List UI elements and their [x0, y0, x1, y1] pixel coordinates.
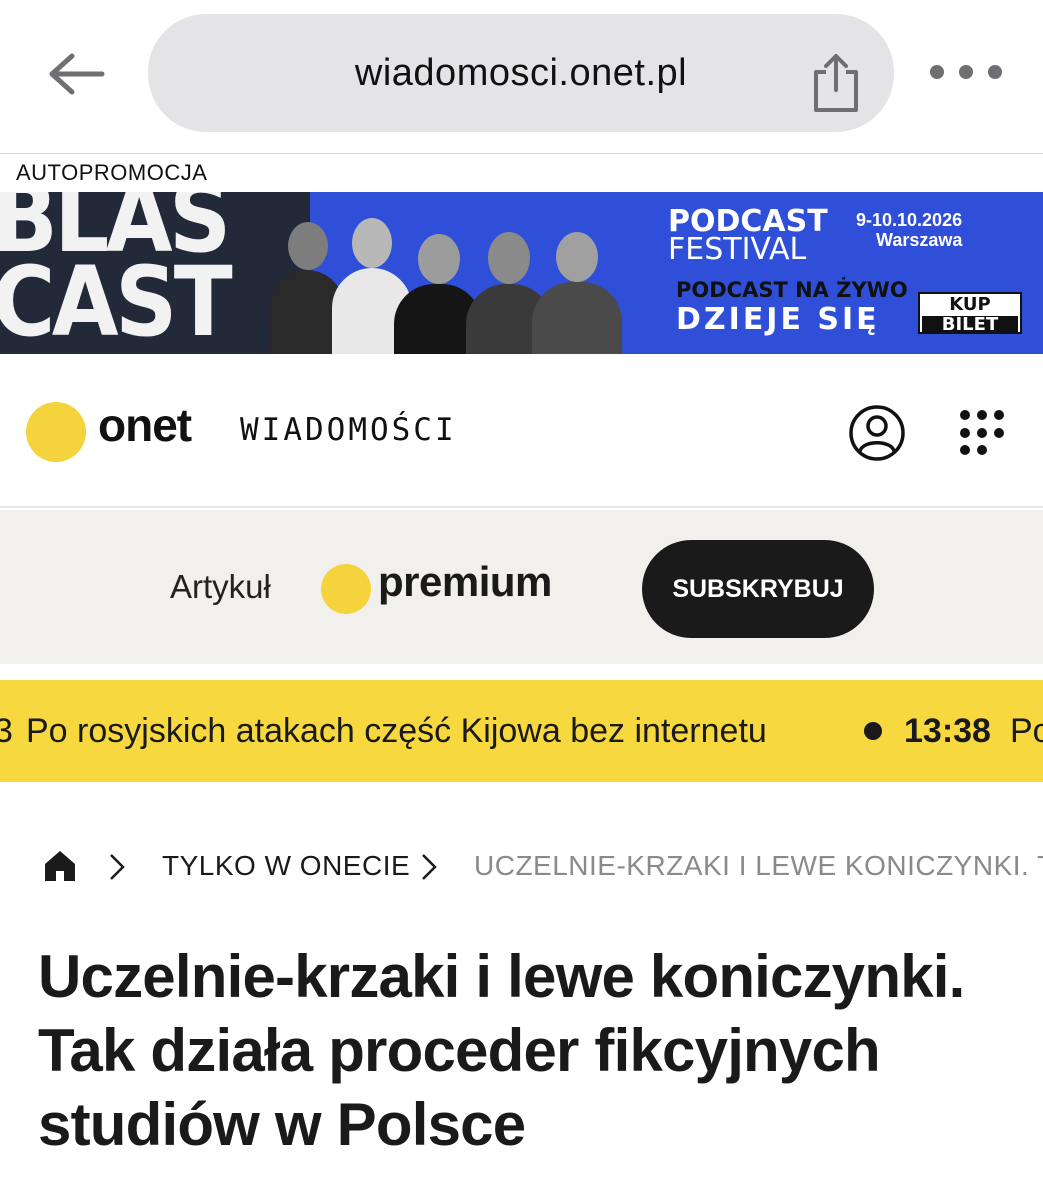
- more-horizontal-icon: [930, 65, 944, 79]
- article-title: Uczelnie-krzaki i lewe koniczynki. Tak d…: [38, 943, 965, 1158]
- share-button[interactable]: [808, 50, 864, 116]
- url-text: wiadomosci.onet.pl: [354, 52, 688, 94]
- arrow-left-icon: [49, 53, 105, 95]
- breadcrumb-item-current: UCZELNIE-KRZAKI I LEWE KONICZYNKI. TA: [474, 850, 1043, 881]
- user-account-button[interactable]: [848, 404, 906, 462]
- ad-hosts-photo: [270, 202, 650, 354]
- section-name[interactable]: WIADOMOŚCI: [240, 412, 457, 448]
- browser-toolbar: wiadomosci.onet.pl: [0, 0, 1043, 154]
- ad-headline: DZIEJE SIĘ: [676, 302, 880, 337]
- ad-festival-date: 9-10.10.2026 Warszawa: [856, 210, 963, 250]
- apps-menu-button[interactable]: [960, 410, 1006, 456]
- share-icon: [814, 54, 858, 112]
- news-ticker[interactable]: 3 Po rosyjskich atakach część Kijowa bez…: [0, 680, 1043, 782]
- breadcrumb: TYLKO W ONECIE UCZELNIE-KRZAKI I LEWE KO…: [0, 840, 1043, 896]
- ad-buy-ticket-button[interactable]: KUP BILET: [918, 292, 1022, 334]
- apps-grid-icon: [960, 410, 970, 420]
- ticker-next-fragment[interactable]: Po: [1010, 712, 1043, 751]
- back-button[interactable]: [40, 44, 108, 104]
- ad-brand-text: BLAS CAST: [0, 192, 233, 354]
- ticker-time: 13:38: [904, 712, 991, 750]
- home-icon: [45, 851, 75, 881]
- chevron-right-icon: [110, 854, 125, 880]
- user-circle-icon: [849, 405, 905, 461]
- ticker-prev-fragment: 3: [0, 712, 13, 750]
- premium-label: Artykuł: [170, 568, 271, 605]
- subscribe-button[interactable]: SUBSKRYBUJ: [642, 540, 874, 638]
- ad-tagline: PODCAST NA ŻYWO: [676, 278, 908, 302]
- chevron-right-icon: [422, 854, 437, 880]
- bullet-icon: [864, 722, 882, 740]
- more-options-button[interactable]: [930, 52, 1002, 92]
- ticker-headline[interactable]: Po rosyjskich atakach część Kijowa bez i…: [26, 712, 767, 751]
- onet-logo-icon[interactable]: [26, 402, 86, 462]
- premium-dot-icon: [321, 564, 371, 614]
- ad-label: AUTOPROMOCJA: [16, 160, 208, 185]
- site-header: onet WIADOMOŚCI: [0, 354, 1043, 508]
- breadcrumb-item-tylko-w-onecie[interactable]: TYLKO W ONECIE: [162, 850, 410, 882]
- site-logo[interactable]: onet: [98, 398, 192, 452]
- premium-badge: premium: [378, 558, 552, 605]
- address-bar[interactable]: wiadomosci.onet.pl: [148, 14, 894, 132]
- breadcrumb-home[interactable]: [42, 848, 78, 884]
- ad-festival-title: PODCAST FESTIVAL: [668, 204, 828, 267]
- premium-banner: Artykuł premium SUBSKRYBUJ: [0, 510, 1043, 664]
